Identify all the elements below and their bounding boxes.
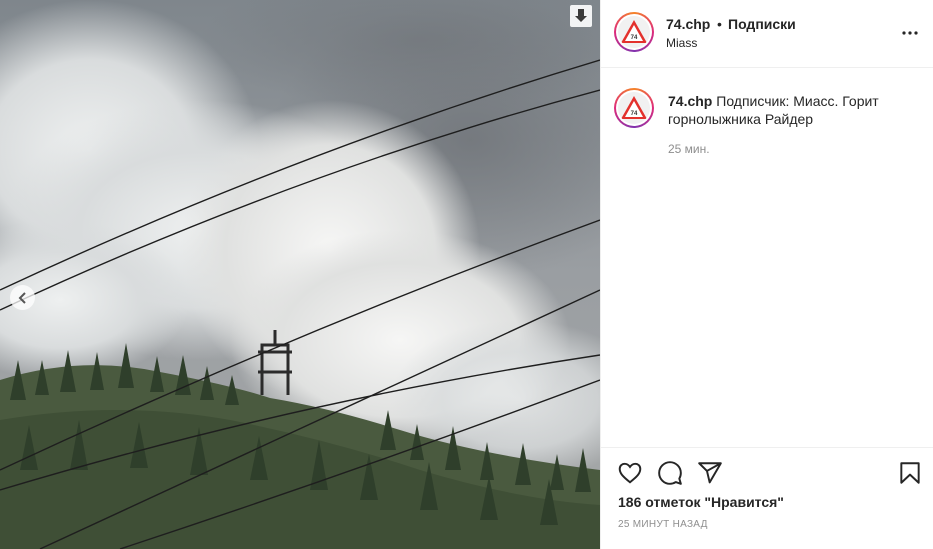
following-button[interactable]: Подписки [728,16,796,32]
post-side-panel: 74 74.chp • Подписки Miass 74 74.chp Под… [600,0,933,549]
download-button[interactable] [570,5,592,27]
download-arrow-icon [575,9,587,22]
share-button[interactable] [697,460,723,486]
more-dots-icon [902,31,918,35]
bookmark-icon [900,462,920,484]
post-timestamp[interactable]: 25 МИНУТ НАЗАД [618,519,708,530]
warning-triangle-logo-icon: 74 [621,96,647,119]
post-location[interactable]: Miass [666,36,697,50]
carousel-prev-button[interactable] [10,285,35,310]
caption-author-avatar[interactable]: 74 [614,88,654,128]
paper-plane-icon [698,462,722,484]
like-count[interactable]: 186 отметок "Нравится" [618,494,784,510]
like-button[interactable] [617,460,643,486]
header-separator: • [717,16,722,32]
wildfire-smoke-photo [0,0,600,549]
svg-text:74: 74 [631,35,638,41]
comment-button[interactable] [657,460,683,486]
heart-outline-icon [618,462,642,484]
author-avatar[interactable]: 74 [614,12,654,52]
post-photo[interactable] [0,0,600,549]
svg-text:74: 74 [631,111,638,117]
more-options-button[interactable] [901,24,919,42]
caption-username[interactable]: 74.chp [668,93,712,109]
caption-timestamp: 25 мин. [668,142,710,156]
comment-icon [658,461,682,485]
chevron-left-icon [18,291,26,304]
post-header: 74 74.chp • Подписки Miass [601,0,933,68]
save-button[interactable] [897,460,923,486]
post-actions: 186 отметок "Нравится" 25 МИНУТ НАЗАД [601,447,933,549]
post-caption: 74.chp Подписчик: Миасс. Горит горнолыжн… [668,92,923,128]
author-username[interactable]: 74.chp [666,16,710,32]
warning-triangle-logo-icon: 74 [621,20,647,43]
